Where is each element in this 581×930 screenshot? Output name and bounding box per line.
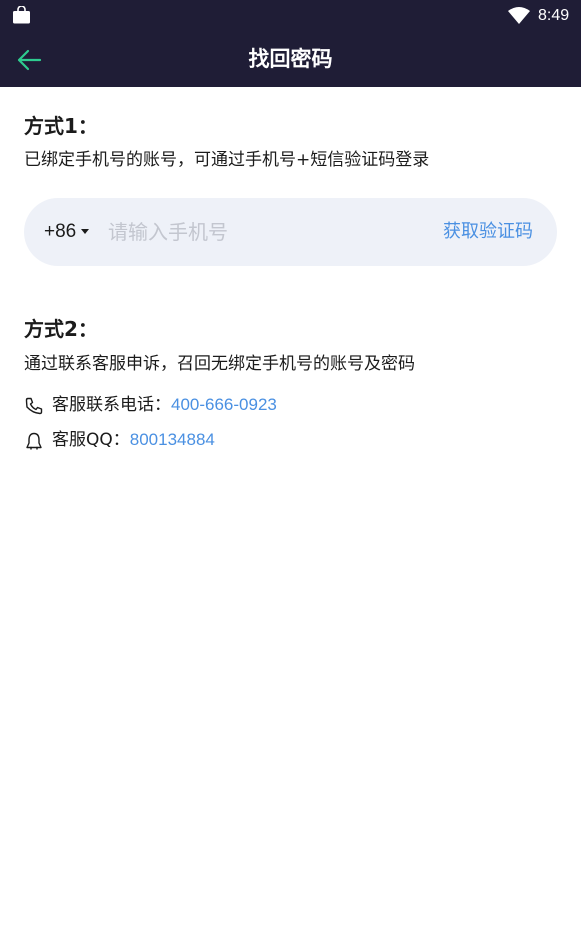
phone-input-box: +86 获取验证码: [24, 198, 557, 266]
support-phone-value[interactable]: 400-666-0923: [171, 395, 277, 414]
support-qq-value[interactable]: 800134884: [130, 430, 215, 449]
method2-title: 方式2：: [24, 317, 98, 341]
status-time: 8:49: [538, 7, 570, 24]
method1-description: 已绑定手机号的账号，可通过手机号+短信验证码登录: [24, 150, 430, 170]
app-bar: 找回密码: [0, 32, 581, 87]
get-code-button[interactable]: 获取验证码: [443, 198, 533, 266]
country-code-selector[interactable]: +86: [44, 198, 90, 266]
shopping-bag-icon: [13, 6, 30, 24]
phone-input[interactable]: [108, 212, 408, 252]
support-qq-label: 客服QQ：: [52, 430, 130, 450]
status-bar: 8:49: [0, 0, 581, 32]
country-code-label: +86: [44, 221, 77, 242]
caret-down-icon: [81, 229, 90, 234]
support-phone-label: 客服联系电话：: [52, 395, 171, 415]
phone-icon: [25, 397, 43, 415]
qq-icon: [26, 432, 42, 450]
page-title: 找回密码: [248, 47, 333, 71]
method1-title: 方式1：: [24, 114, 98, 138]
wifi-icon: [508, 7, 530, 24]
method2-description: 通过联系客服申诉，召回无绑定手机号的账号及密码: [24, 354, 415, 374]
